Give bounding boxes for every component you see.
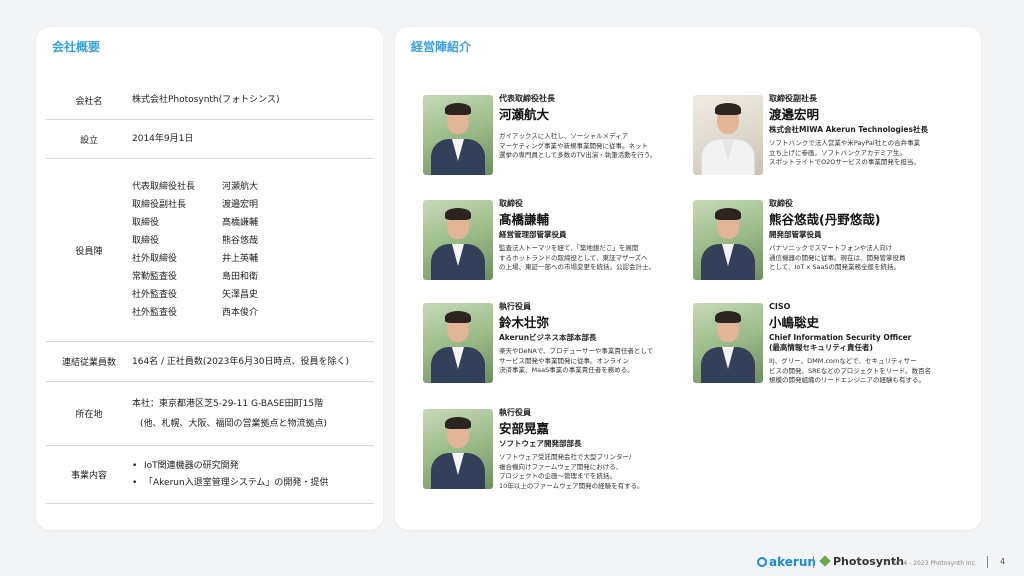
row-founded: 設立 2014年9月1日	[46, 120, 374, 159]
executive-role: 代表取締役社長	[499, 94, 555, 103]
copyright-text: © 2014 - 2023 Photosynth Inc.	[884, 560, 977, 567]
officer-name: 熊谷悠哉	[222, 236, 259, 246]
executive-description: ソフトバンクで法人営業や米PayPal社との合弁事業 立ち上げに参画。ソフトバン…	[769, 139, 921, 166]
executive-title: Akerunビジネス本部本部長	[499, 333, 597, 342]
founded-label: 設立	[79, 135, 98, 146]
officer-role: 取締役	[132, 236, 160, 246]
employees-value: 164名 / 正社員数(2023年6月30日時点、役員を除く)	[132, 356, 350, 367]
officer-role: 常勤監査役	[132, 272, 178, 282]
executive-photo	[423, 303, 493, 383]
location-line2: (他、札幌、大阪、福岡の営業拠点と物流拠点)	[140, 418, 328, 429]
executive-role: 取締役	[769, 199, 793, 208]
executive-role: 取締役副社長	[769, 94, 817, 103]
executive-description: 楽天やDeNAで、プロデューサーや事業責任者として サービス開発や事業開発に従事…	[499, 347, 654, 374]
executive-photo	[423, 95, 493, 175]
akerun-logo: akerun	[757, 555, 816, 575]
executive-role: CISO	[769, 302, 791, 311]
executive-name: 熊谷悠哉(丹野悠哉)	[769, 212, 881, 227]
executive-name: 鈴木壮弥	[499, 315, 550, 330]
list-item: • IoT関連機器の研究開発	[132, 460, 239, 471]
officer-name: 島田和衛	[222, 272, 259, 282]
executive-card: CISO 小嶋聡史 Chief Information Security Off…	[693, 301, 963, 411]
executive-photo	[423, 409, 493, 489]
officer-role: 取締役	[132, 218, 160, 228]
officer-role: 社外監査役	[132, 290, 178, 300]
executive-photo	[693, 200, 763, 280]
officer-role: 社外監査役	[132, 308, 178, 318]
photosynth-logo-icon	[819, 555, 831, 567]
company-overview-panel: 会社概要 会社名 株式会社Photosynth(フォトシンス) 設立 2014年…	[36, 27, 383, 530]
executive-card: 執行役員 鈴木壮弥 Akerunビジネス本部本部長 楽天やDeNAで、プロデュー…	[423, 301, 693, 397]
row-employees: 連結従業員数 164名 / 正社員数(2023年6月30日時点、役員を除く)	[46, 342, 374, 382]
location-label: 所在地	[75, 410, 103, 420]
officer-name: 井上英輔	[222, 254, 259, 264]
business-label: 事業内容	[70, 471, 107, 481]
executive-photo	[693, 303, 763, 383]
row-location: 所在地 本社：東京都港区芝5-29-11 G-BASE田町15階 (他、札幌、大…	[46, 382, 374, 446]
executive-card: 取締役副社長 渡邉宏明 株式会社MIWA Akerun Technologies…	[693, 93, 963, 189]
executive-title: Chief Information Security Officer (最高情報…	[769, 333, 912, 352]
executive-photo	[693, 95, 763, 175]
officer-role: 代表取締役社長	[132, 182, 196, 192]
executive-card: 取締役 髙橋謙輔 経営管理部管掌役員 監査法人トーマツを経て、「築地銀だこ」を展…	[423, 198, 693, 294]
footer-divider	[987, 556, 988, 568]
company-name-label: 会社名	[75, 96, 103, 107]
founded-value: 2014年9月1日	[132, 134, 194, 144]
officer-name: 髙橋謙輔	[222, 218, 259, 228]
officer-name: 西本俊介	[222, 308, 259, 318]
executive-role: 執行役員	[499, 302, 531, 311]
executive-description: パナソニックでスマートフォンや法人向け 通信機器の開発に従事。現在は、開発管掌役…	[769, 244, 906, 271]
executive-title: 株式会社MIWA Akerun Technologies社長	[769, 125, 928, 134]
executive-description: ガイアックスに入社し、ソーシャルメディア マーケティング事業や新規事業開発に従事…	[499, 132, 657, 159]
company-name-value: 株式会社Photosynth(フォトシンス)	[132, 95, 280, 105]
officer-name: 渡邉宏明	[222, 200, 259, 210]
executive-photo	[423, 200, 493, 280]
executive-role: 執行役員	[499, 408, 531, 417]
executive-description: IIJ、グリー、DMM.comなどで、セキュリティサー ビスの開発、SREなどの…	[769, 357, 932, 384]
officers-label: 役員陣	[75, 246, 103, 257]
page-number: 4	[1000, 557, 1006, 566]
location-line1: 本社：東京都港区芝5-29-11 G-BASE田町15階	[132, 398, 324, 409]
executive-name: 河瀬航大	[499, 107, 550, 122]
list-item: • 「Akerun入退室管理システム」の開発・提供	[132, 477, 329, 488]
executive-card: 執行役員 安部晃嘉 ソフトウェア開発部部長 ソフトウェア受託開発会社で大型プリン…	[423, 407, 693, 517]
executives-panel: 経営陣紹介 代表取締役社長 河瀬航大 ガイアックスに入社し、ソーシャルメディア …	[395, 27, 981, 530]
officer-role: 取締役副社長	[132, 200, 187, 210]
executive-name: 安部晃嘉	[499, 421, 550, 436]
company-info-table: 会社名 株式会社Photosynth(フォトシンス) 設立 2014年9月1日 …	[46, 81, 374, 504]
executive-name: 小嶋聡史	[769, 315, 820, 330]
executive-card: 取締役 熊谷悠哉(丹野悠哉) 開発部管掌役員 パナソニックでスマートフォンや法人…	[693, 198, 963, 294]
officers-list: 代表取締役社長 河瀬航大 取締役副社長 渡邉宏明 取締役 髙橋謙輔 取締役 熊谷…	[132, 179, 302, 321]
business-list: • IoT関連機器の研究開発 • 「Akerun入退室管理システム」の開発・提供	[132, 458, 328, 492]
executive-role: 取締役	[499, 199, 523, 208]
employees-label: 連結従業員数	[61, 358, 116, 368]
executive-description: ソフトウェア受託開発会社で大型プリンター/ 複合機向けファームウェア開発における…	[499, 453, 644, 490]
company-overview-title: 会社概要	[52, 40, 101, 54]
officer-name: 矢澤昌史	[222, 290, 259, 300]
executive-title: 経営管理部管掌役員	[499, 230, 567, 239]
row-business: 事業内容 • IoT関連機器の研究開発 • 「Akerun入退室管理システム」の開発…	[46, 446, 374, 504]
row-company-name: 会社名 株式会社Photosynth(フォトシンス)	[46, 81, 374, 120]
executive-card: 代表取締役社長 河瀬航大 ガイアックスに入社し、ソーシャルメディア マーケティン…	[423, 93, 693, 189]
officer-role: 社外取締役	[132, 254, 178, 264]
executive-title: 開発部管掌役員	[769, 230, 822, 239]
executive-name: 髙橋謙輔	[499, 212, 550, 227]
footer-divider	[813, 556, 814, 568]
executive-title: ソフトウェア開発部部長	[499, 439, 582, 448]
executive-description: 監査法人トーマツを経て、「築地銀だこ」を展開 するホットランドの取締役として、東…	[499, 244, 655, 271]
officer-name: 河瀬航大	[222, 182, 259, 192]
executive-name: 渡邉宏明	[769, 107, 820, 122]
akerun-logo-icon	[757, 557, 767, 567]
row-officers: 役員陣 代表取締役社長 河瀬航大 取締役副社長 渡邉宏明 取締役 髙橋謙輔 取締…	[46, 159, 374, 342]
executives-title: 経営陣紹介	[411, 40, 472, 54]
